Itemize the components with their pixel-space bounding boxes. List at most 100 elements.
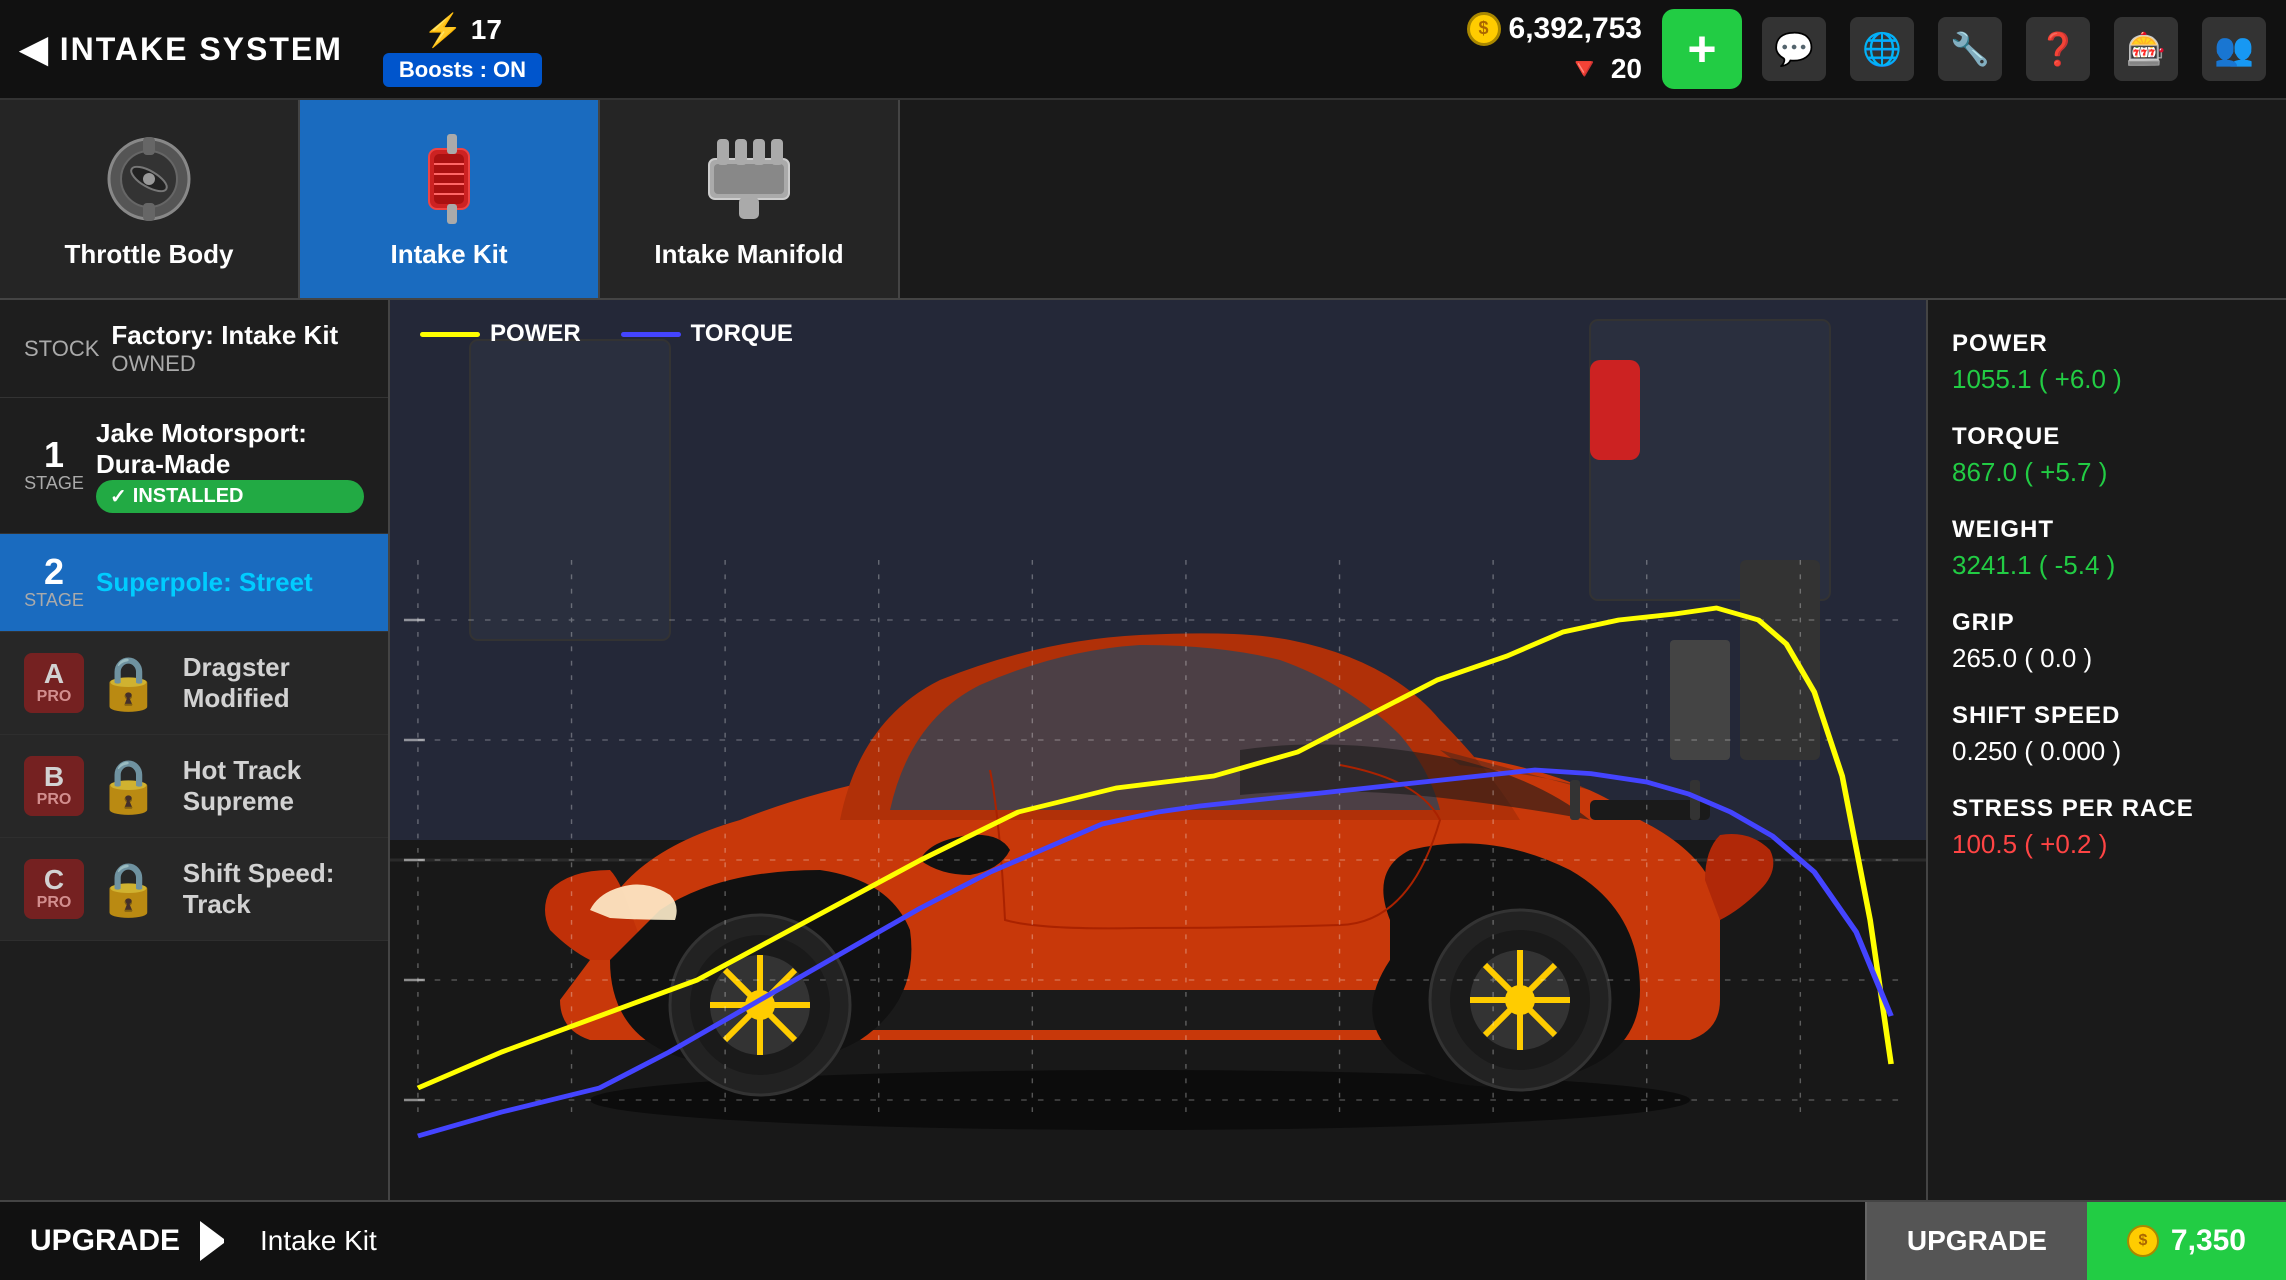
play-icon xyxy=(200,1221,240,1261)
proc-badge: C PRO xyxy=(24,859,84,919)
torque-line-indicator xyxy=(621,332,681,337)
slots-icon[interactable]: 🎰 xyxy=(2114,17,2178,81)
tab-intake-kit-label: Intake Kit xyxy=(390,239,507,270)
gold-currency: $ 6,392,753 xyxy=(1467,12,1642,46)
diamond-amount: 20 xyxy=(1611,53,1642,85)
nav-icons: 💬 🌐 🔧 ❓ 🎰 👥 xyxy=(1762,17,2266,81)
proc-name: Shift Speed: Track xyxy=(183,858,364,920)
prob-info: Hot Track Supreme xyxy=(183,755,364,817)
torque-legend: TORQUE xyxy=(621,320,793,348)
stage2-name: Superpole: Street xyxy=(96,567,364,598)
upgrade-label: UPGRADE xyxy=(30,1224,180,1258)
page-title: INTAKE SYSTEM xyxy=(60,31,343,68)
boosts-badge[interactable]: Boosts : ON xyxy=(383,53,542,87)
tab-intake-manifold-label: Intake Manifold xyxy=(654,239,843,270)
gold-coin-icon: $ xyxy=(1467,12,1501,46)
bolt-badge: ⚡ 17 xyxy=(423,11,502,49)
header-right: $ 6,392,753 🔻 20 + 💬 🌐 🔧 ❓ 🎰 👥 xyxy=(1467,9,2266,89)
installed-badge: ✓ INSTALLED xyxy=(96,480,364,513)
lock-icon-b: 🔒 xyxy=(96,756,161,817)
stage1-info: Jake Motorsport: Dura-Made ✓ INSTALLED xyxy=(96,418,364,513)
stat-power: POWER 1055.1 ( +6.0 ) xyxy=(1952,330,2262,395)
back-button[interactable]: ◀ INTAKE SYSTEM xyxy=(20,28,343,70)
stat-shift-speed: SHIFT SPEED 0.250 ( 0.000 ) xyxy=(1952,702,2262,767)
price-button[interactable]: $ 7,350 xyxy=(2087,1202,2286,1280)
social-icon[interactable]: 👥 xyxy=(2202,17,2266,81)
stage2-info: Superpole: Street xyxy=(96,567,364,598)
prob-name: Hot Track Supreme xyxy=(183,755,364,817)
shift-speed-stat-value: 0.250 ( 0.000 ) xyxy=(1952,736,2262,767)
upgrade-item-stage1[interactable]: 1 STAGE Jake Motorsport: Dura-Made ✓ INS… xyxy=(0,398,388,534)
price-coin-icon: $ xyxy=(2127,1225,2159,1257)
power-stat-name: POWER xyxy=(1952,330,2262,358)
upgrade-left: UPGRADE Intake Kit xyxy=(0,1221,1865,1261)
stock-owned-label: OWNED xyxy=(111,351,364,377)
upgrade-right: UPGRADE $ 7,350 xyxy=(1865,1202,2286,1280)
tab-intake-kit[interactable]: Intake Kit xyxy=(300,100,600,298)
diamond-currency: 🔻 20 xyxy=(1565,52,1642,87)
lock-icon-a: 🔒 xyxy=(96,653,161,714)
throttle-body-icon xyxy=(99,129,199,229)
torque-stat-value: 867.0 ( +5.7 ) xyxy=(1952,457,2262,488)
intake-manifold-icon xyxy=(699,129,799,229)
price-value: 7,350 xyxy=(2171,1224,2246,1258)
power-stat-value: 1055.1 ( +6.0 ) xyxy=(1952,364,2262,395)
upgrade-item-proc[interactable]: C PRO 🔒 Shift Speed: Track xyxy=(0,838,388,941)
torque-stat-name: TORQUE xyxy=(1952,423,2262,451)
stock-info: Factory: Intake Kit OWNED xyxy=(111,320,364,377)
globe-icon[interactable]: 🌐 xyxy=(1850,17,1914,81)
diamond-icon: 🔻 xyxy=(1565,52,1602,87)
car-display: POWER TORQUE xyxy=(390,300,1926,1200)
grip-stat-value: 265.0 ( 0.0 ) xyxy=(1952,643,2262,674)
stock-stage-badge: STOCK xyxy=(24,336,99,362)
gold-amount: 6,392,753 xyxy=(1509,12,1642,46)
stage1-name: Jake Motorsport: Dura-Made xyxy=(96,418,364,480)
weight-stat-name: WEIGHT xyxy=(1952,516,2262,544)
chart-legend: POWER TORQUE xyxy=(420,320,793,348)
add-button[interactable]: + xyxy=(1662,9,1742,89)
upgrade-part-name: Intake Kit xyxy=(260,1225,377,1257)
tab-throttle-body-label: Throttle Body xyxy=(65,239,234,270)
help-icon[interactable]: ❓ xyxy=(2026,17,2090,81)
right-panel: POWER 1055.1 ( +6.0 ) TORQUE 867.0 ( +5.… xyxy=(1926,300,2286,1200)
tab-intake-manifold[interactable]: Intake Manifold xyxy=(600,100,900,298)
bolt-count: 17 xyxy=(471,14,502,46)
stat-grip: GRIP 265.0 ( 0.0 ) xyxy=(1952,609,2262,674)
shift-speed-stat-name: SHIFT SPEED xyxy=(1952,702,2262,730)
left-panel: STOCK Factory: Intake Kit OWNED 1 STAGE … xyxy=(0,300,390,1200)
stress-stat-name: STRESS PER RACE xyxy=(1952,795,2262,823)
currency-block: $ 6,392,753 🔻 20 xyxy=(1467,12,1642,87)
garage-background xyxy=(390,300,1926,1200)
wrench-icon[interactable]: 🔧 xyxy=(1938,17,2002,81)
chat-icon[interactable]: 💬 xyxy=(1762,17,1826,81)
bolt-icon: ⚡ xyxy=(423,11,463,49)
upgrade-button[interactable]: UPGRADE xyxy=(1865,1202,2087,1280)
power-legend: POWER xyxy=(420,320,581,348)
weight-stat-value: 3241.1 ( -5.4 ) xyxy=(1952,550,2262,581)
stat-torque: TORQUE 867.0 ( +5.7 ) xyxy=(1952,423,2262,488)
prob-badge: B PRO xyxy=(24,756,84,816)
proa-name: Dragster Modified xyxy=(183,652,364,714)
tabs-row: Throttle Body Intake Kit xyxy=(0,100,2286,300)
back-arrow-icon: ◀ xyxy=(20,28,50,70)
stress-stat-value: 100.5 ( +0.2 ) xyxy=(1952,829,2262,860)
stat-weight: WEIGHT 3241.1 ( -5.4 ) xyxy=(1952,516,2262,581)
upgrade-item-prob[interactable]: B PRO 🔒 Hot Track Supreme xyxy=(0,735,388,838)
proa-info: Dragster Modified xyxy=(183,652,364,714)
grip-stat-name: GRIP xyxy=(1952,609,2262,637)
header: ◀ INTAKE SYSTEM ⚡ 17 Boosts : ON $ 6,392… xyxy=(0,0,2286,100)
upgrade-item-stage2[interactable]: 2 STAGE Superpole: Street xyxy=(0,534,388,632)
bottom-bar: UPGRADE Intake Kit UPGRADE $ 7,350 xyxy=(0,1200,2286,1280)
main-content: STOCK Factory: Intake Kit OWNED 1 STAGE … xyxy=(0,300,2286,1200)
power-label: POWER xyxy=(490,320,581,348)
upgrade-item-stock[interactable]: STOCK Factory: Intake Kit OWNED xyxy=(0,300,388,398)
torque-label: TORQUE xyxy=(691,320,793,348)
power-line-indicator xyxy=(420,332,480,337)
upgrade-item-proa[interactable]: A PRO 🔒 Dragster Modified xyxy=(0,632,388,735)
tab-throttle-body[interactable]: Throttle Body xyxy=(0,100,300,298)
intake-kit-icon xyxy=(399,129,499,229)
lock-icon-c: 🔒 xyxy=(96,859,161,920)
stat-stress: STRESS PER RACE 100.5 ( +0.2 ) xyxy=(1952,795,2262,860)
stage1-badge: 1 STAGE xyxy=(24,437,84,494)
boost-info: ⚡ 17 Boosts : ON xyxy=(383,11,542,87)
